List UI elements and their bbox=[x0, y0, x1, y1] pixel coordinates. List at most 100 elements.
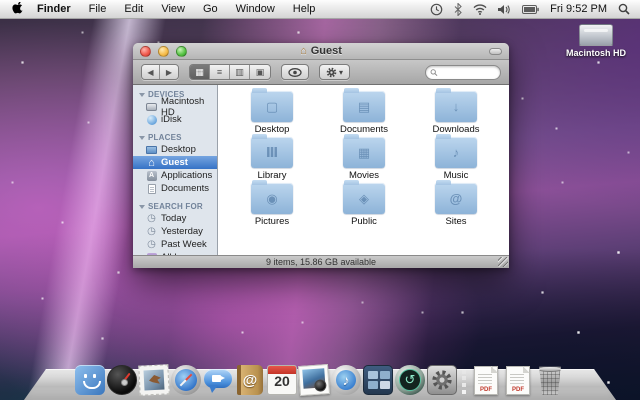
folder-downloads[interactable]: ↓Downloads bbox=[410, 89, 502, 135]
action-button[interactable]: ▾ bbox=[319, 64, 350, 80]
window-title-text: Guest bbox=[311, 45, 342, 57]
folder-sites[interactable]: @Sites bbox=[410, 181, 502, 227]
sidebar-section-header[interactable]: SEARCH FOR bbox=[133, 201, 217, 212]
sidebar-item-documents[interactable]: Documents bbox=[133, 182, 217, 195]
forward-button[interactable]: ▶ bbox=[160, 65, 178, 79]
desktop-volume-macintosh-hd[interactable]: Macintosh HD bbox=[560, 24, 632, 58]
folder-music[interactable]: ♪Music bbox=[410, 135, 502, 181]
sidebar: DEVICESMacintosh HDiDiskPLACESDesktop⌂Gu… bbox=[133, 85, 218, 255]
dock-item-pdf-document[interactable]: PDF bbox=[474, 366, 498, 395]
dock-item-safari[interactable] bbox=[171, 365, 201, 395]
disclosure-triangle-icon[interactable] bbox=[139, 136, 145, 140]
itunes-glyph-icon: ♪ bbox=[331, 365, 361, 395]
folder-pictures[interactable]: ◉Pictures bbox=[226, 181, 318, 227]
dock-item-ichat[interactable] bbox=[203, 367, 233, 393]
dock-item-time-machine[interactable]: ↺ bbox=[395, 365, 425, 395]
dock-item-system-preferences[interactable] bbox=[427, 365, 457, 395]
sidebar-item-label: Documents bbox=[161, 183, 209, 194]
hard-drive-icon bbox=[579, 24, 613, 46]
sidebar-item-guest[interactable]: ⌂Guest bbox=[133, 156, 217, 169]
zoom-button[interactable] bbox=[176, 46, 187, 57]
search-input[interactable] bbox=[440, 67, 496, 77]
volume-icon[interactable] bbox=[498, 4, 511, 15]
folder-emblem-icon: ♪ bbox=[453, 146, 460, 159]
spotlight-icon[interactable] bbox=[618, 3, 630, 15]
folder-emblem-icon: Ⅲ bbox=[266, 146, 278, 159]
home-icon: ⌂ bbox=[146, 157, 157, 168]
dock-item-trash[interactable] bbox=[535, 365, 565, 395]
folder-icon: ◈ bbox=[343, 183, 385, 214]
window-controls bbox=[140, 46, 187, 57]
folder-emblem-icon: ◈ bbox=[359, 192, 369, 205]
sidebar-section-header[interactable]: PLACES bbox=[133, 132, 217, 143]
gear-icon bbox=[428, 366, 456, 394]
sidebar-item-macintosh-hd[interactable]: Macintosh HD bbox=[133, 100, 217, 113]
menu-bar-left: Finder File Edit View Go Window Help bbox=[10, 0, 324, 18]
menu-window[interactable]: Window bbox=[227, 0, 284, 18]
dock-item-address-book[interactable]: @ bbox=[237, 365, 263, 395]
folder-icon: ▦ bbox=[343, 137, 385, 168]
close-button[interactable] bbox=[140, 46, 151, 57]
apple-menu-icon[interactable] bbox=[10, 0, 26, 18]
document-icon bbox=[146, 183, 157, 194]
folder-grid: ▢Desktop▤Documents↓Downloads ⅢLibrary▦Mov… bbox=[226, 89, 509, 227]
menu-file[interactable]: File bbox=[80, 0, 116, 18]
folder-icon: ◉ bbox=[251, 183, 293, 214]
dock-item-separator bbox=[459, 369, 469, 395]
menu-bar-clock[interactable]: Fri 9:52 PM bbox=[550, 3, 607, 15]
menu-go[interactable]: Go bbox=[194, 0, 227, 18]
dock-item-mail[interactable] bbox=[138, 364, 170, 396]
dock-item-ical[interactable]: 20 bbox=[267, 365, 297, 395]
action-caret: ▾ bbox=[339, 68, 343, 77]
window-titlebar[interactable]: ⌂ Guest bbox=[133, 43, 509, 60]
volume-label: Macintosh HD bbox=[560, 48, 632, 58]
resize-grip[interactable] bbox=[498, 257, 508, 267]
search-field[interactable] bbox=[425, 65, 501, 80]
sidebar-section-places: PLACESDesktop⌂GuestAApplicationsDocument… bbox=[133, 132, 217, 195]
sync-clock-icon[interactable] bbox=[430, 3, 443, 16]
column-view-button[interactable]: ▥ bbox=[230, 65, 250, 79]
dock-item-iphoto[interactable] bbox=[298, 364, 330, 396]
menu-finder[interactable]: Finder bbox=[28, 0, 80, 18]
wifi-icon[interactable] bbox=[473, 4, 487, 15]
bluetooth-icon[interactable] bbox=[454, 3, 462, 16]
sidebar-item-past-week[interactable]: ◷Past Week bbox=[133, 238, 217, 251]
clock-icon: ◷ bbox=[146, 213, 157, 224]
battery-icon[interactable] bbox=[522, 5, 539, 14]
folder-documents[interactable]: ▤Documents bbox=[318, 89, 410, 135]
sidebar-item-yesterday[interactable]: ◷Yesterday bbox=[133, 225, 217, 238]
folder-emblem-icon: ▦ bbox=[358, 146, 370, 159]
sidebar-item-label: iDisk bbox=[161, 114, 182, 125]
dock-item-itunes[interactable]: ♪ bbox=[331, 365, 361, 395]
folder-public[interactable]: ◈Public bbox=[318, 181, 410, 227]
menu-bar-status: Fri 9:52 PM bbox=[430, 3, 630, 16]
sidebar-item-today[interactable]: ◷Today bbox=[133, 212, 217, 225]
toolbar-toggle-button[interactable] bbox=[489, 48, 502, 55]
sidebar-item-applications[interactable]: AApplications bbox=[133, 169, 217, 182]
dock-item-dashboard[interactable] bbox=[107, 365, 137, 395]
back-button[interactable]: ◀ bbox=[142, 65, 160, 79]
search-icon bbox=[430, 68, 438, 77]
dock-item-finder[interactable] bbox=[75, 365, 105, 395]
coverflow-view-button[interactable]: ▣ bbox=[250, 65, 270, 79]
disclosure-triangle-icon[interactable] bbox=[139, 93, 145, 97]
sidebar-item-desktop[interactable]: Desktop bbox=[133, 143, 217, 156]
list-view-button[interactable]: ≡ bbox=[210, 65, 230, 79]
folder-movies[interactable]: ▦Movies bbox=[318, 135, 410, 181]
folder-icon: ♪ bbox=[435, 137, 477, 168]
idisk-icon bbox=[146, 114, 157, 125]
home-proxy-icon: ⌂ bbox=[300, 45, 307, 57]
time-machine-glyph-icon: ↺ bbox=[395, 365, 425, 395]
menu-help[interactable]: Help bbox=[284, 0, 325, 18]
gear-icon bbox=[326, 67, 337, 78]
dock-item-pdf-document[interactable]: PDF bbox=[506, 366, 530, 395]
disclosure-triangle-icon[interactable] bbox=[139, 205, 145, 209]
menu-view[interactable]: View bbox=[152, 0, 194, 18]
menu-edit[interactable]: Edit bbox=[115, 0, 152, 18]
folder-desktop[interactable]: ▢Desktop bbox=[226, 89, 318, 135]
icon-view-button[interactable]: ▦ bbox=[190, 65, 210, 79]
minimize-button[interactable] bbox=[158, 46, 169, 57]
folder-library[interactable]: ⅢLibrary bbox=[226, 135, 318, 181]
dock-item-spaces[interactable] bbox=[363, 365, 393, 395]
quick-look-button[interactable] bbox=[281, 64, 309, 80]
